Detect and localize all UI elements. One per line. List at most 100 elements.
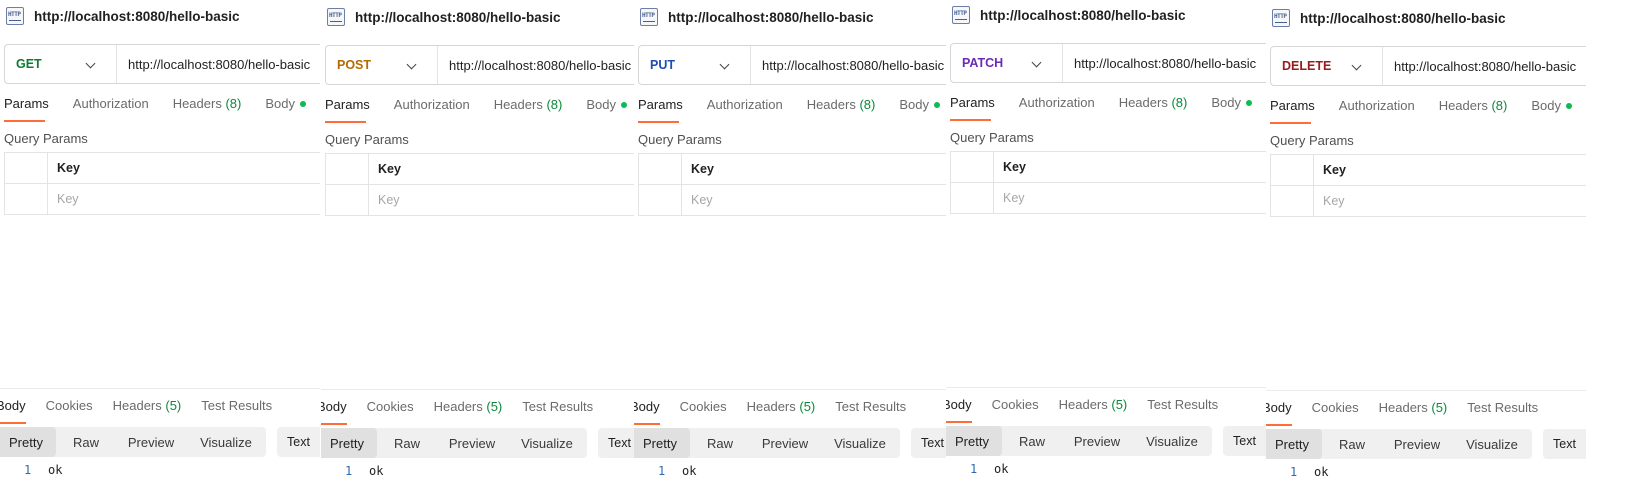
- format-select[interactable]: Text: [1223, 426, 1266, 456]
- tab-headers-label: Headers: [172, 96, 222, 111]
- response-divider[interactable]: [634, 389, 954, 390]
- request-title-bar[interactable]: HTTP http://localhost:8080/hello-basic: [952, 4, 1186, 26]
- tab-headers[interactable]: Headers (8): [494, 97, 563, 123]
- tab-headers[interactable]: Headers (8): [1119, 95, 1188, 121]
- tab-params[interactable]: Params: [950, 95, 995, 121]
- view-preview-button[interactable]: Preview: [750, 428, 820, 458]
- url-input[interactable]: http://localhost:8080/hello-basic: [438, 58, 631, 73]
- response-tab-body[interactable]: Body: [321, 399, 347, 425]
- tab-body[interactable]: Body: [899, 97, 940, 123]
- method-select[interactable]: PATCH: [951, 44, 1063, 82]
- response-body-text: ok: [1314, 465, 1329, 479]
- tab-authorization[interactable]: Authorization: [1019, 95, 1095, 121]
- tab-headers[interactable]: Headers (8): [1439, 98, 1508, 124]
- query-params-row-check[interactable]: [326, 185, 369, 215]
- response-tab-headers[interactable]: Headers (5): [113, 398, 182, 420]
- key-input[interactable]: Key: [682, 185, 713, 215]
- view-visualize-button[interactable]: Visualize: [507, 428, 587, 458]
- response-divider[interactable]: [946, 387, 1266, 388]
- response-tab-test-results[interactable]: Test Results: [835, 399, 906, 421]
- view-raw-button[interactable]: Raw: [56, 427, 116, 457]
- key-input[interactable]: Key: [369, 185, 400, 215]
- view-raw-button[interactable]: Raw: [1002, 426, 1062, 456]
- response-tab-headers[interactable]: Headers (5): [434, 399, 503, 421]
- tab-params[interactable]: Params: [325, 97, 370, 123]
- view-pretty-button[interactable]: Pretty: [321, 428, 377, 458]
- key-input[interactable]: Key: [1314, 186, 1345, 216]
- query-params-row-check[interactable]: [5, 184, 48, 214]
- query-params-row-check[interactable]: [1271, 186, 1314, 216]
- url-input[interactable]: http://localhost:8080/hello-basic: [117, 57, 310, 72]
- view-visualize-button[interactable]: Visualize: [1132, 426, 1212, 456]
- format-select[interactable]: Text: [277, 427, 320, 457]
- view-preview-button[interactable]: Preview: [1062, 426, 1132, 456]
- request-title-bar[interactable]: HTTP http://localhost:8080/hello-basic: [327, 6, 561, 28]
- response-divider[interactable]: [321, 389, 641, 390]
- response-tab-cookies[interactable]: Cookies: [46, 398, 93, 420]
- view-preview-button[interactable]: Preview: [1382, 429, 1452, 459]
- tab-body[interactable]: Body: [1531, 98, 1572, 124]
- request-title-bar[interactable]: HTTP http://localhost:8080/hello-basic: [640, 6, 874, 28]
- response-tab-headers[interactable]: Headers (5): [747, 399, 816, 421]
- tab-params[interactable]: Params: [4, 96, 49, 122]
- url-input[interactable]: http://localhost:8080/hello-basic: [1383, 59, 1576, 74]
- view-pretty-button[interactable]: Pretty: [946, 426, 1002, 456]
- view-raw-button[interactable]: Raw: [690, 428, 750, 458]
- method-select[interactable]: GET: [5, 45, 117, 83]
- method-select[interactable]: PUT: [639, 46, 751, 84]
- query-params-row-check[interactable]: [639, 185, 682, 215]
- response-divider[interactable]: [0, 388, 320, 389]
- tab-params[interactable]: Params: [638, 97, 683, 123]
- response-tab-body[interactable]: Body: [634, 399, 660, 425]
- request-title-bar[interactable]: HTTP http://localhost:8080/hello-basic: [1272, 7, 1506, 29]
- tab-params[interactable]: Params: [1270, 98, 1315, 124]
- response-tab-cookies[interactable]: Cookies: [992, 397, 1039, 419]
- tab-authorization[interactable]: Authorization: [1339, 98, 1415, 124]
- view-pretty-button[interactable]: Pretty: [634, 428, 690, 458]
- response-tab-test-results[interactable]: Test Results: [201, 398, 272, 420]
- url-input[interactable]: http://localhost:8080/hello-basic: [751, 58, 944, 73]
- request-title-bar[interactable]: HTTP http://localhost:8080/hello-basic: [6, 5, 240, 27]
- query-params-row-check[interactable]: [951, 183, 994, 213]
- view-raw-button[interactable]: Raw: [1322, 429, 1382, 459]
- response-tab-cookies[interactable]: Cookies: [1312, 400, 1359, 422]
- method-label: POST: [337, 58, 372, 72]
- response-tab-headers[interactable]: Headers (5): [1379, 400, 1448, 422]
- view-visualize-button[interactable]: Visualize: [820, 428, 900, 458]
- tab-body[interactable]: Body: [1211, 95, 1252, 121]
- response-divider[interactable]: [1266, 390, 1586, 391]
- response-tab-body[interactable]: Body: [0, 398, 26, 424]
- view-pretty-button[interactable]: Pretty: [0, 427, 56, 457]
- response-tab-body[interactable]: Body: [1266, 400, 1292, 426]
- method-label: PATCH: [962, 56, 1004, 70]
- response-tab-test-results[interactable]: Test Results: [1467, 400, 1538, 422]
- response-tab-cookies[interactable]: Cookies: [680, 399, 727, 421]
- chevron-down-icon: [406, 59, 417, 70]
- response-tab-cookies[interactable]: Cookies: [367, 399, 414, 421]
- response-tab-body[interactable]: Body: [946, 397, 972, 423]
- format-select[interactable]: Text: [1543, 429, 1586, 459]
- response-tab-test-results[interactable]: Test Results: [1147, 397, 1218, 419]
- view-preview-button[interactable]: Preview: [437, 428, 507, 458]
- tab-authorization[interactable]: Authorization: [707, 97, 783, 123]
- tab-headers[interactable]: Headers (8): [173, 96, 242, 122]
- key-input[interactable]: Key: [994, 183, 1025, 213]
- view-preview-button[interactable]: Preview: [116, 427, 186, 457]
- method-select[interactable]: POST: [326, 46, 438, 84]
- tab-headers[interactable]: Headers (8): [807, 97, 876, 123]
- response-tab-test-results[interactable]: Test Results: [522, 399, 593, 421]
- response-tab-headers[interactable]: Headers (5): [1059, 397, 1128, 419]
- url-input[interactable]: http://localhost:8080/hello-basic: [1063, 56, 1256, 71]
- query-params-header-row: Key: [1271, 155, 1586, 186]
- tab-body[interactable]: Body: [265, 96, 306, 122]
- view-visualize-button[interactable]: Visualize: [186, 427, 266, 457]
- response-headers-count: (5): [799, 399, 816, 414]
- view-pretty-button[interactable]: Pretty: [1266, 429, 1322, 459]
- view-raw-button[interactable]: Raw: [377, 428, 437, 458]
- view-visualize-button[interactable]: Visualize: [1452, 429, 1532, 459]
- method-select[interactable]: DELETE: [1271, 47, 1383, 85]
- tab-authorization[interactable]: Authorization: [73, 96, 149, 122]
- tab-authorization[interactable]: Authorization: [394, 97, 470, 123]
- tab-body[interactable]: Body: [586, 97, 627, 123]
- key-input[interactable]: Key: [48, 184, 79, 214]
